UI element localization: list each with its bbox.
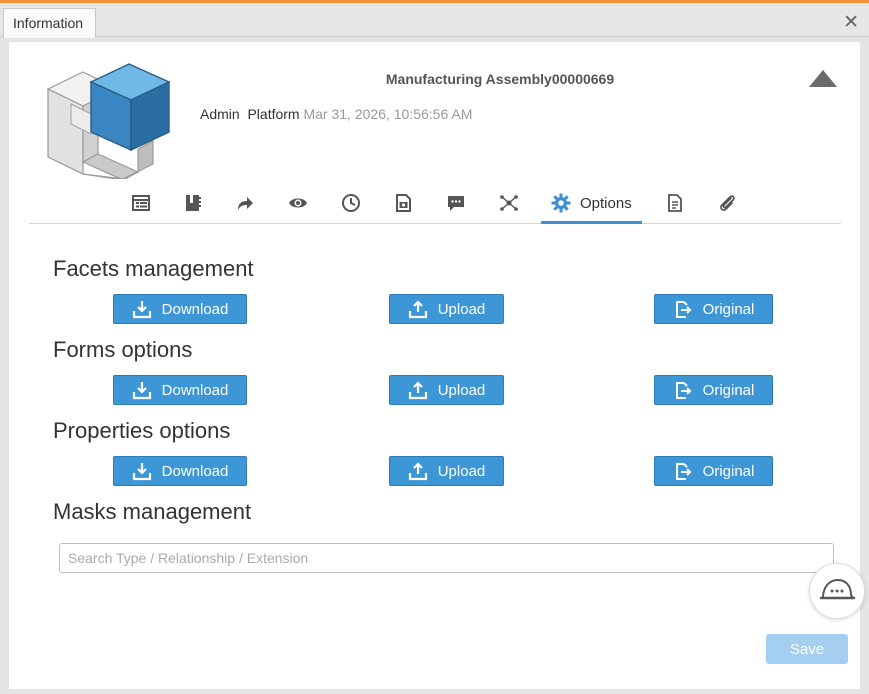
facets-upload-button[interactable]: Upload [389,294,504,324]
object-title: Manufacturing Assembly00000669 [385,71,615,87]
download-icon [132,382,151,400]
original-label: Original [702,462,755,480]
information-window: Information ✕ Manufacturing Assembly0000… [0,0,869,694]
assistant-helmet-button[interactable] [809,563,865,619]
document-icon[interactable] [663,191,687,215]
share-icon[interactable] [233,191,257,215]
forms-download-button[interactable]: Download [113,375,247,405]
helmet-chat-icon [819,578,856,600]
save-button[interactable]: Save [766,634,848,664]
forms-upload-button[interactable]: Upload [389,375,504,405]
close-icon[interactable]: ✕ [843,11,859,34]
bookmark-icon[interactable] [181,191,205,215]
properties-icon[interactable] [129,191,153,215]
upload-icon [408,300,427,319]
export-file-icon [675,382,692,399]
info-panel: Manufacturing Assembly00000669 Admin Pla… [9,42,860,689]
preview-icon[interactable] [286,191,310,215]
original-label: Original [702,300,755,318]
upload-icon [408,462,427,481]
forms-original-button[interactable]: Original [654,375,773,405]
tab-options-label: Options [580,195,632,212]
owner-label[interactable]: Admin [200,106,240,122]
facets-download-button[interactable]: Download [113,294,247,324]
download-icon [132,301,151,319]
mask-search-input[interactable] [59,543,834,573]
properties-original-button[interactable]: Original [654,456,773,486]
download-label: Download [161,381,229,399]
download-label: Download [161,300,229,318]
relations-icon[interactable] [497,191,521,215]
object-metadata: Admin Platform Mar 31, 2026, 10:56:56 AM [200,106,472,122]
download-icon [132,463,151,481]
properties-download-button[interactable]: Download [113,456,247,486]
export-file-icon [675,301,692,318]
gear-icon [551,193,571,213]
original-label: Original [702,381,755,399]
download-label: Download [161,462,229,480]
attachment-icon[interactable] [715,191,739,215]
tab-information[interactable]: Information [3,8,96,38]
export-file-icon [675,463,692,480]
upload-icon [408,381,427,400]
tab-bar: Information ✕ [0,6,869,38]
upload-label: Upload [437,300,486,318]
facets-original-button[interactable]: Original [654,294,773,324]
collapse-header-icon[interactable] [809,70,837,87]
forms-heading: Forms options [53,337,193,362]
3d-file-icon[interactable] [391,191,415,215]
properties-upload-button[interactable]: Upload [389,456,504,486]
tab-options[interactable]: Options [541,191,642,224]
modified-date: Mar 31, 2026, 10:56:56 AM [303,106,473,122]
facets-heading: Facets management [53,256,254,281]
history-icon[interactable] [339,191,363,215]
info-toolbar: Options [29,181,841,224]
properties-heading: Properties options [53,418,231,443]
comments-icon[interactable] [444,191,468,215]
upload-label: Upload [437,381,486,399]
collab-space-label[interactable]: Platform [247,106,299,122]
upload-label: Upload [437,462,486,480]
masks-heading: Masks management [53,499,252,524]
